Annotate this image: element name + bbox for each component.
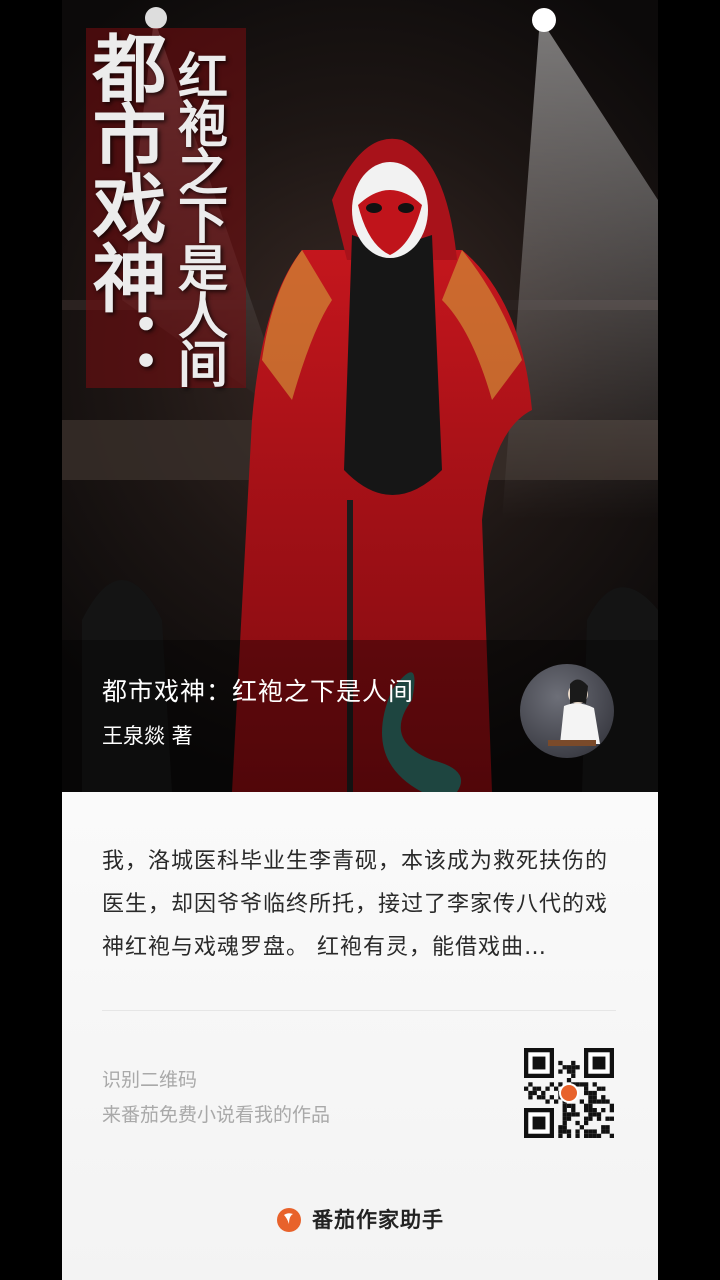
qr-description: 来番茄免费小说看我的作品 bbox=[102, 1104, 331, 1126]
qr-code-icon[interactable] bbox=[524, 1048, 614, 1138]
share-card: 都市戏神： 红袍之下是人间 都市戏神：红袍之下是人间 王泉燚 著 我，洛城医科毕… bbox=[62, 0, 658, 1280]
qr-instruction: 识别二维码 bbox=[102, 1069, 198, 1091]
cover-vertical-subtitle: 红袍之下是人间 bbox=[170, 50, 228, 386]
mask-eye bbox=[398, 203, 414, 213]
tomato-logo-icon bbox=[277, 1208, 301, 1232]
black-beard bbox=[344, 235, 442, 495]
spotlight-left bbox=[145, 7, 167, 29]
author-avatar bbox=[520, 664, 614, 758]
spotlight-beam-right bbox=[502, 18, 658, 520]
cover-vertical-title: 都市戏神： bbox=[80, 30, 166, 380]
footer-brand: 番茄作家助手 bbox=[62, 1204, 658, 1234]
spotlight-right bbox=[532, 8, 556, 32]
footer-brand-name: 番茄作家助手 bbox=[312, 1208, 444, 1232]
author-avatar-icon bbox=[548, 679, 600, 746]
info-panel: 我，洛城医科毕业生李青砚，本该成为救死扶伤的医生，却因爷爷临终所托，接过了李家传… bbox=[62, 792, 658, 1280]
mask-eye bbox=[366, 203, 382, 213]
book-title: 都市戏神：红袍之下是人间 bbox=[102, 677, 415, 706]
divider bbox=[102, 1010, 616, 1011]
book-cover: 都市戏神： 红袍之下是人间 都市戏神：红袍之下是人间 王泉燚 著 bbox=[62, 0, 658, 792]
qr-code-graphic bbox=[524, 1048, 614, 1138]
book-synopsis: 我，洛城医科毕业生李青砚，本该成为救死扶伤的医生，却因爷爷临终所托，接过了李家传… bbox=[102, 849, 609, 960]
book-author: 王泉燚 著 bbox=[102, 724, 193, 748]
